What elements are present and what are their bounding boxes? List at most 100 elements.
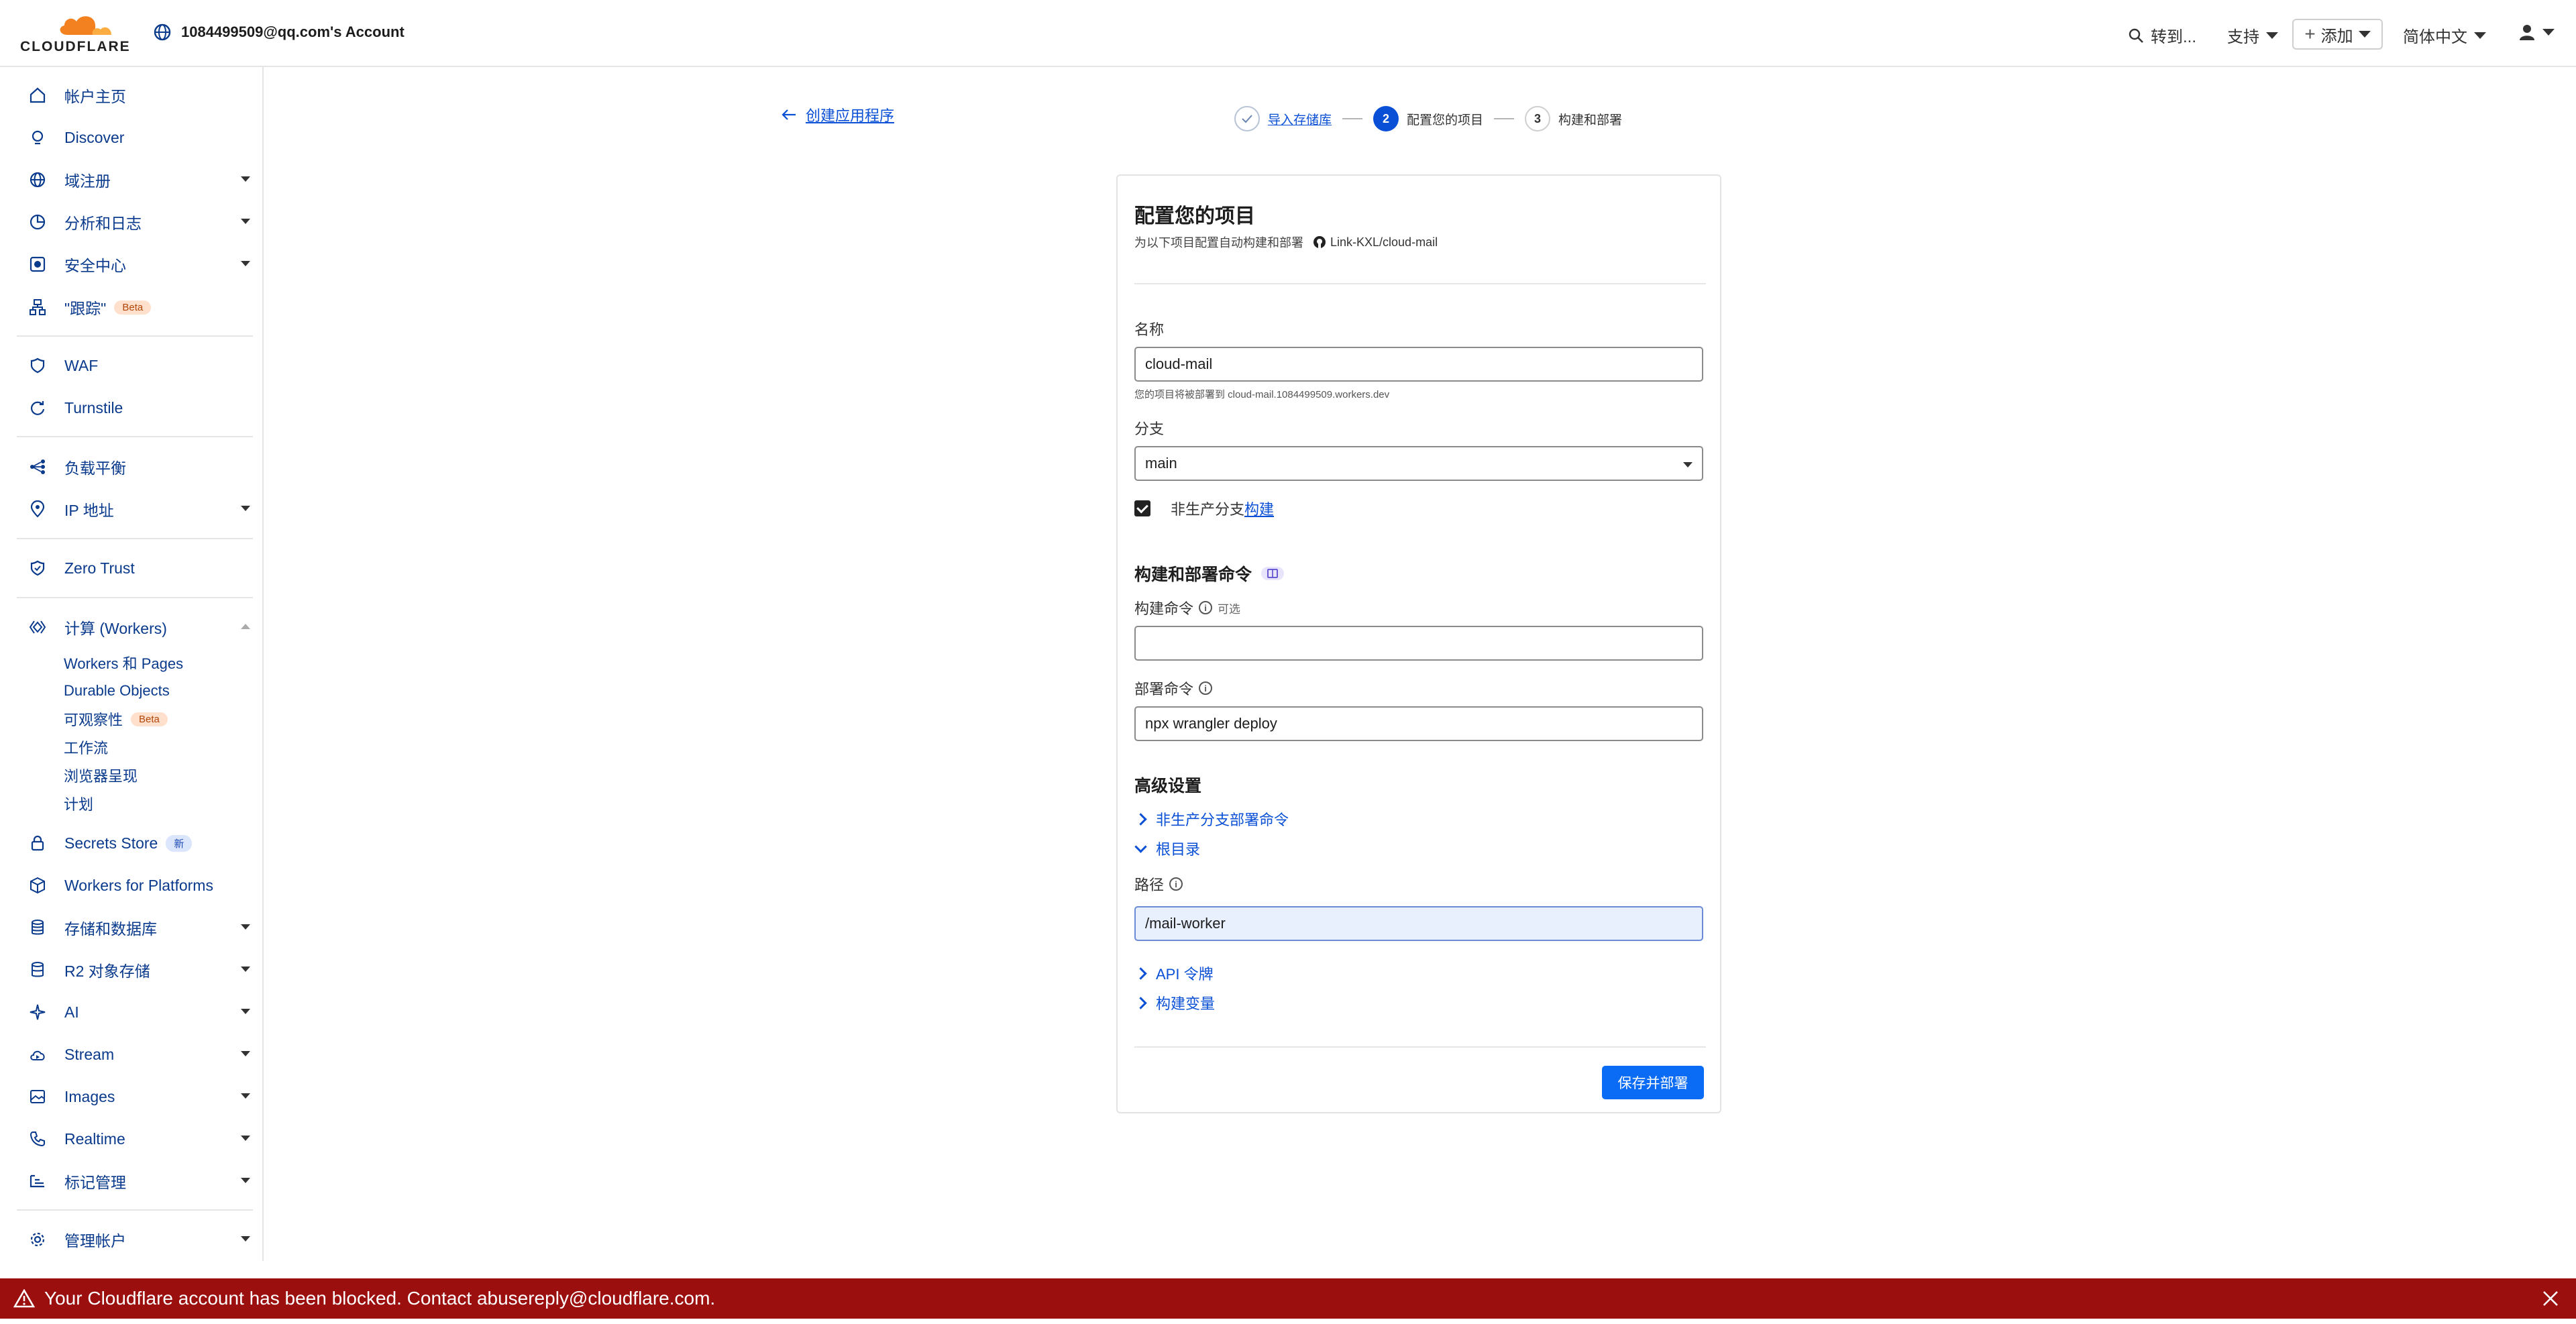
brand-name: CLOUDFLARE [20, 39, 131, 54]
sidebar-item-label: 管理帐户 [64, 1232, 126, 1250]
sidebar-sub-workflows[interactable]: 工作流 [64, 737, 108, 757]
sidebar-item-images[interactable]: Images [27, 1083, 250, 1110]
save-and-deploy-button[interactable]: 保存并部署 [1602, 1066, 1704, 1099]
chevron-down-icon [241, 1093, 250, 1099]
build-command-input[interactable] [1134, 626, 1703, 661]
sidebar-item-workers-for-platforms[interactable]: Workers for Platforms [27, 872, 250, 899]
sidebar-item-domain-registration[interactable]: 域注册 [27, 166, 250, 193]
chevron-down-icon [241, 1009, 250, 1014]
location-pin-icon [27, 498, 48, 520]
sidebar-item-label: 存储和数据库 [64, 920, 157, 938]
sidebar-item-discover[interactable]: Discover [27, 124, 250, 151]
phone-icon [27, 1128, 48, 1150]
advanced-settings-title: 高级设置 [1134, 777, 1202, 795]
account-switcher[interactable]: 1084499509@qq.com's Account [153, 23, 405, 42]
sidebar-sub-label: 可观察性 [64, 712, 123, 728]
back-to-create-app-link[interactable]: 创建应用程序 [782, 104, 894, 125]
sidebar-item-label: 标记管理 [64, 1174, 126, 1191]
image-icon [27, 1086, 48, 1107]
step-1-label[interactable]: 导入存储库 [1268, 110, 1332, 128]
chevron-down-icon [241, 1236, 250, 1242]
close-icon[interactable] [2540, 1288, 2561, 1309]
sidebar-divider [17, 1209, 253, 1211]
sidebar-item-trace[interactable]: "跟踪" Beta [27, 294, 250, 321]
nonprod-build-link[interactable]: 构建 [1244, 498, 1274, 519]
nonprod-branch-row: 非生产分支 构建 [1134, 498, 1274, 519]
sidebar-item-tag-management[interactable]: 标记管理 [27, 1168, 250, 1195]
chevron-down-icon [2266, 32, 2278, 39]
card-divider [1134, 1046, 1706, 1048]
sidebar-item-load-balancing[interactable]: 负载平衡 [27, 453, 250, 480]
optional-hint: 可选 [1218, 602, 1241, 616]
database-icon [27, 917, 48, 938]
path-label: 路径 i [1134, 873, 1183, 895]
lock-icon [27, 832, 48, 854]
build-variables-expander[interactable]: 构建变量 [1134, 992, 1215, 1013]
sidebar-item-waf[interactable]: WAF [27, 352, 250, 379]
sidebar-item-label: 帐户主页 [64, 88, 126, 105]
sidebar-item-analytics[interactable]: 分析和日志 [27, 209, 250, 235]
sidebar-item-label: Secrets Store [64, 834, 158, 852]
branch-select[interactable]: main [1134, 446, 1703, 481]
name-label-text: 名称 [1134, 321, 1165, 338]
sidebar-item-storage-databases[interactable]: 存储和数据库 [27, 914, 250, 941]
sidebar-item-r2-storage[interactable]: R2 对象存储 [27, 956, 250, 983]
api-token-expander[interactable]: API 令牌 [1134, 962, 1214, 984]
sidebar-item-ai[interactable]: AI [27, 999, 250, 1026]
sidebar-item-ip-address[interactable]: IP 地址 [27, 496, 250, 522]
root-directory-expander[interactable]: 根目录 [1134, 838, 1200, 859]
sidebar-sub-plans[interactable]: 计划 [64, 793, 93, 814]
beta-badge: Beta [114, 300, 152, 315]
cloudflare-logo[interactable]: CLOUDFLARE [20, 12, 131, 56]
nonprod-text: 非生产分支 [1171, 501, 1245, 518]
deploy-command-input[interactable]: npx wrangler deploy [1134, 706, 1703, 741]
sidebar-item-security-center[interactable]: 安全中心 [27, 251, 250, 278]
docs-book-icon[interactable] [1261, 567, 1285, 580]
sidebar-item-stream[interactable]: Stream [27, 1041, 250, 1068]
chevron-down-icon [1683, 462, 1693, 467]
sidebar-sub-workers-pages[interactable]: Workers 和 Pages [64, 653, 183, 673]
search-icon [2129, 28, 2143, 43]
branch-label: 分支 [1134, 417, 1164, 439]
chevron-right-icon [1134, 967, 1147, 980]
card-subtitle-text: 为以下项目配置自动构建和部署 [1134, 236, 1303, 250]
sidebar-divider [17, 538, 253, 539]
bucket-icon [27, 959, 48, 981]
user-menu[interactable] [2518, 23, 2555, 41]
cloud-logo-icon [60, 16, 111, 35]
deploy-command-label-text: 部署命令 [1134, 681, 1194, 698]
add-button[interactable]: + 添加 [2292, 19, 2383, 50]
sidebar-item-zero-trust[interactable]: Zero Trust [27, 555, 250, 582]
sidebar-item-manage-account[interactable]: 管理帐户 [27, 1226, 250, 1253]
sparkle-icon [27, 1001, 48, 1023]
sidebar-item-realtime[interactable]: Realtime [27, 1125, 250, 1152]
sidebar-sub-label: 浏览器呈现 [64, 768, 138, 785]
repo-name: Link-KXL/cloud-mail [1330, 235, 1438, 249]
sidebar-sub-browser-rendering[interactable]: 浏览器呈现 [64, 765, 138, 785]
sidebar-item-secrets-store[interactable]: Secrets Store 新 [27, 830, 250, 857]
chevron-right-icon [1134, 812, 1147, 826]
sidebar-item-label: Workers for Platforms [64, 876, 213, 894]
info-icon[interactable]: i [1199, 601, 1213, 614]
sidebar-item-home[interactable]: 帐户主页 [27, 82, 250, 109]
info-icon[interactable]: i [1169, 877, 1183, 891]
language-label: 简体中文 [2403, 28, 2467, 46]
sidebar-sub-durable-objects[interactable]: Durable Objects [64, 681, 170, 701]
nonprod-build-checkbox[interactable] [1134, 500, 1150, 516]
sidebar-item-compute-workers[interactable]: 计算 (Workers) [27, 614, 250, 641]
info-icon[interactable]: i [1199, 681, 1213, 695]
chevron-down-icon [1134, 840, 1147, 853]
add-label: 添加 [2320, 27, 2353, 46]
project-name-input[interactable]: cloud-mail [1134, 347, 1703, 382]
goto-search[interactable]: 转到... [2128, 23, 2196, 47]
support-menu[interactable]: 支持 [2227, 23, 2278, 47]
nonprod-deploy-command-expander[interactable]: 非生产分支部署命令 [1134, 808, 1289, 830]
tag-icon [27, 1170, 48, 1192]
chevron-down-icon [241, 261, 250, 266]
github-icon [1313, 236, 1326, 248]
sidebar-sub-observability[interactable]: 可观察性 Beta [64, 709, 168, 729]
root-path-input[interactable]: /mail-worker [1134, 906, 1703, 941]
language-menu[interactable]: 简体中文 [2403, 23, 2486, 47]
sidebar-item-turnstile[interactable]: Turnstile [27, 394, 250, 421]
step-2-label: 配置您的项目 [1407, 113, 1484, 127]
